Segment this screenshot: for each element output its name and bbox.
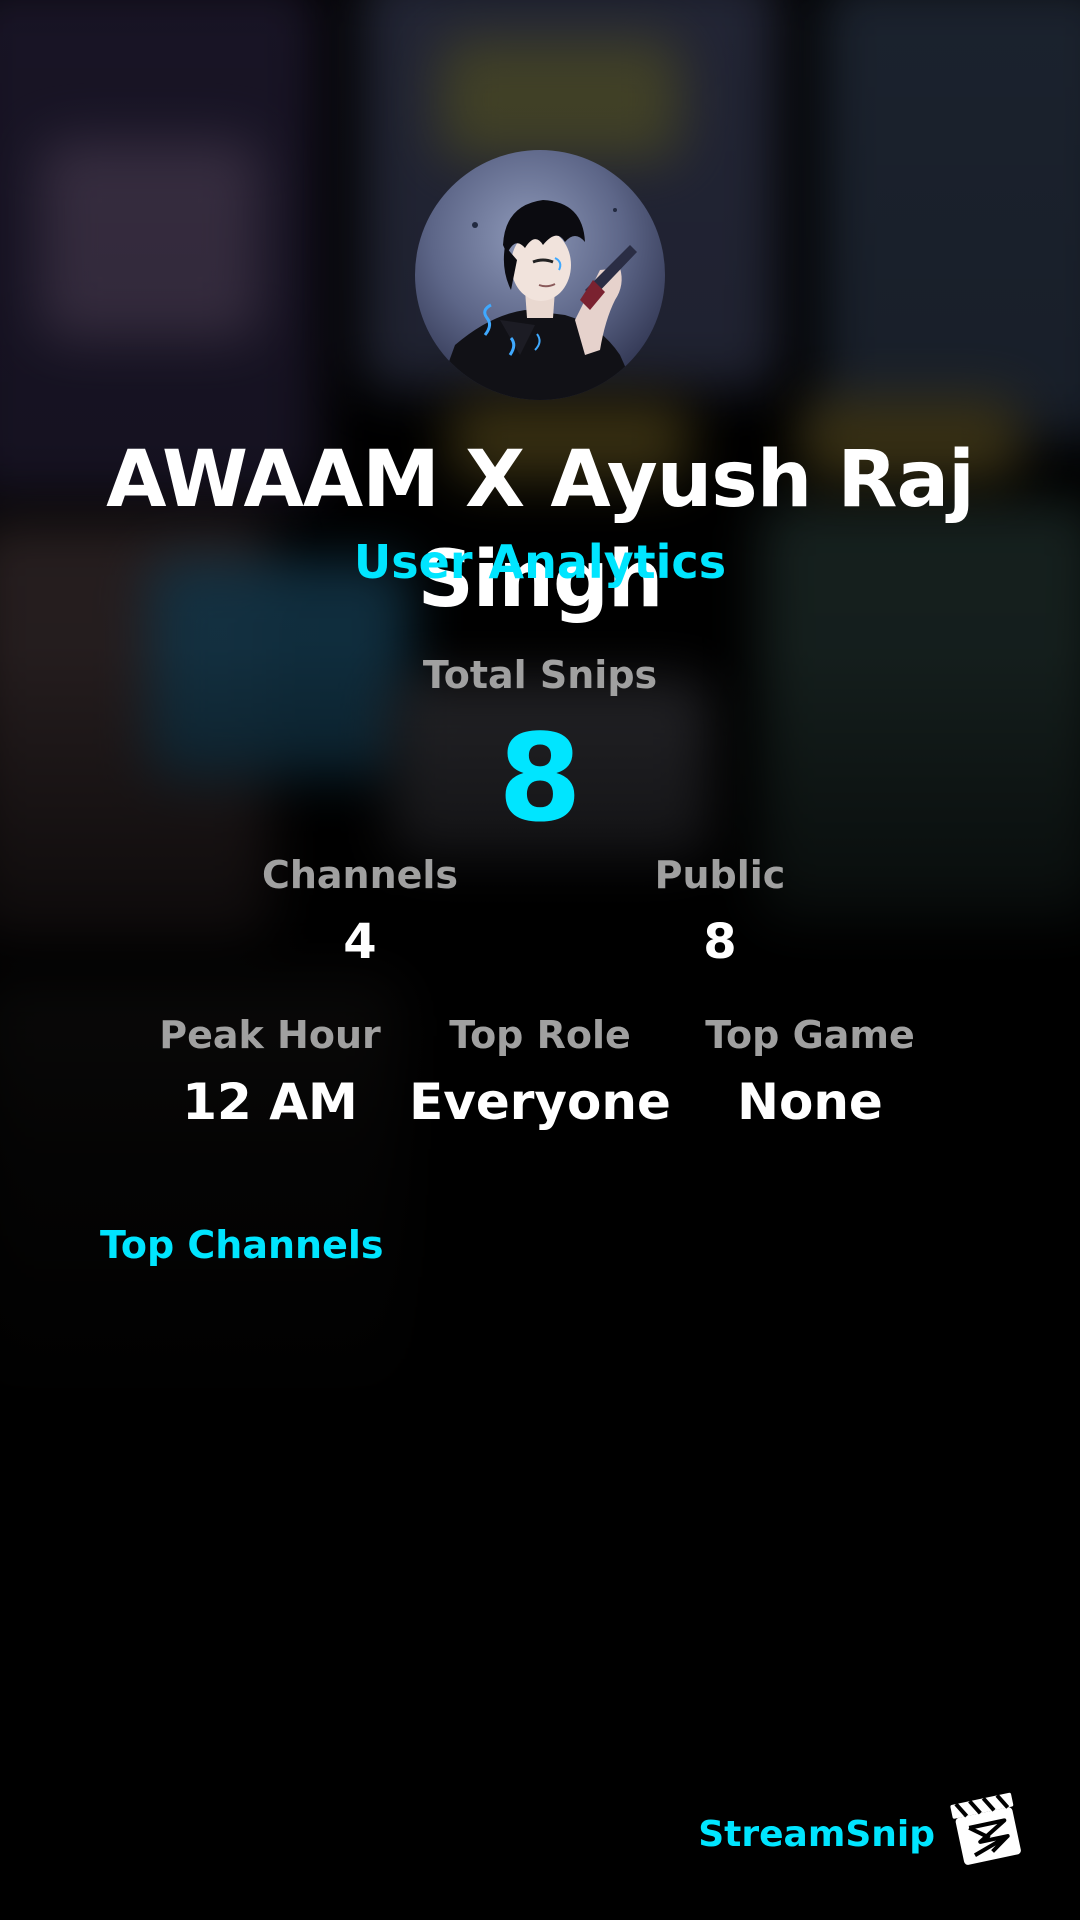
page-subtitle: User Analytics	[353, 535, 727, 589]
top-channels-heading: Top Channels	[100, 1223, 384, 1267]
analytics-card: AWAAM X Ayush Raj Singh User Analytics T…	[0, 0, 1080, 1920]
channels-label: Channels	[261, 853, 459, 897]
anime-character-avatar-icon	[435, 200, 640, 400]
top-role-value: Everyone	[409, 1073, 671, 1131]
avatar	[415, 150, 665, 400]
total-snips-label: Total Snips	[422, 653, 658, 697]
channels-value: 4	[343, 914, 377, 970]
peak-hour-label: Peak Hour	[159, 1013, 381, 1057]
brand-name: StreamSnip	[698, 1814, 935, 1855]
public-value: 8	[703, 914, 737, 970]
top-game-label: Top Game	[705, 1013, 915, 1057]
clapperboard-logo-icon	[948, 1790, 1028, 1870]
total-snips-value: 8	[498, 710, 582, 849]
top-role-label: Top Role	[449, 1013, 631, 1057]
public-label: Public	[654, 853, 786, 897]
peak-hour-value: 12 AM	[182, 1073, 358, 1131]
top-game-value: None	[737, 1073, 883, 1131]
